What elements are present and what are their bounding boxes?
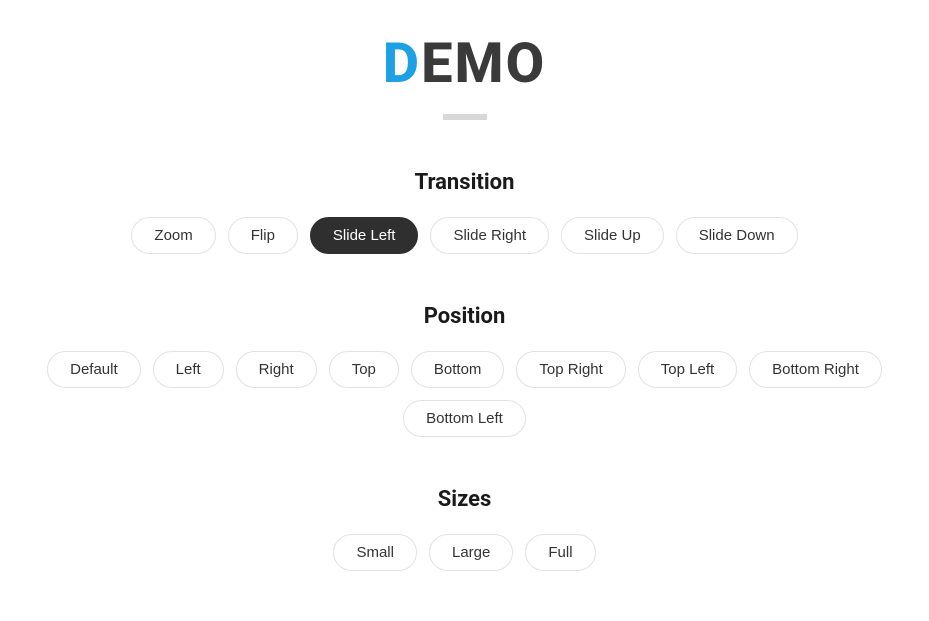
page-title: DEMO [383, 30, 546, 96]
section-sizes: Sizes Small Large Full [0, 487, 929, 571]
transition-zoom-button[interactable]: Zoom [131, 217, 215, 254]
section-position: Position Default Left Right Top Bottom T… [0, 304, 929, 437]
transition-slide-left-button[interactable]: Slide Left [310, 217, 419, 254]
position-bottom-button[interactable]: Bottom [411, 351, 505, 388]
title-divider [443, 114, 487, 120]
section-title-position: Position [424, 304, 506, 329]
transition-slide-down-button[interactable]: Slide Down [676, 217, 798, 254]
position-left-button[interactable]: Left [153, 351, 224, 388]
position-right-button[interactable]: Right [236, 351, 317, 388]
transition-slide-right-button[interactable]: Slide Right [430, 217, 549, 254]
transition-options: Zoom Flip Slide Left Slide Right Slide U… [131, 217, 797, 254]
size-large-button[interactable]: Large [429, 534, 513, 571]
position-bottom-left-button[interactable]: Bottom Left [403, 400, 526, 437]
section-title-transition: Transition [415, 170, 515, 195]
transition-flip-button[interactable]: Flip [228, 217, 298, 254]
section-transition: Transition Zoom Flip Slide Left Slide Ri… [0, 170, 929, 254]
position-top-right-button[interactable]: Top Right [516, 351, 625, 388]
sizes-options: Small Large Full [333, 534, 595, 571]
transition-slide-up-button[interactable]: Slide Up [561, 217, 664, 254]
position-options: Default Left Right Top Bottom Top Right … [0, 351, 929, 437]
position-bottom-right-button[interactable]: Bottom Right [749, 351, 882, 388]
section-title-sizes: Sizes [438, 487, 492, 512]
title-accent-letter: D [383, 30, 421, 96]
demo-container: DEMO Transition Zoom Flip Slide Left Sli… [0, 0, 929, 621]
position-top-left-button[interactable]: Top Left [638, 351, 737, 388]
title-rest: EMO [421, 30, 546, 96]
size-full-button[interactable]: Full [525, 534, 595, 571]
position-default-button[interactable]: Default [47, 351, 141, 388]
position-top-button[interactable]: Top [329, 351, 399, 388]
size-small-button[interactable]: Small [333, 534, 417, 571]
